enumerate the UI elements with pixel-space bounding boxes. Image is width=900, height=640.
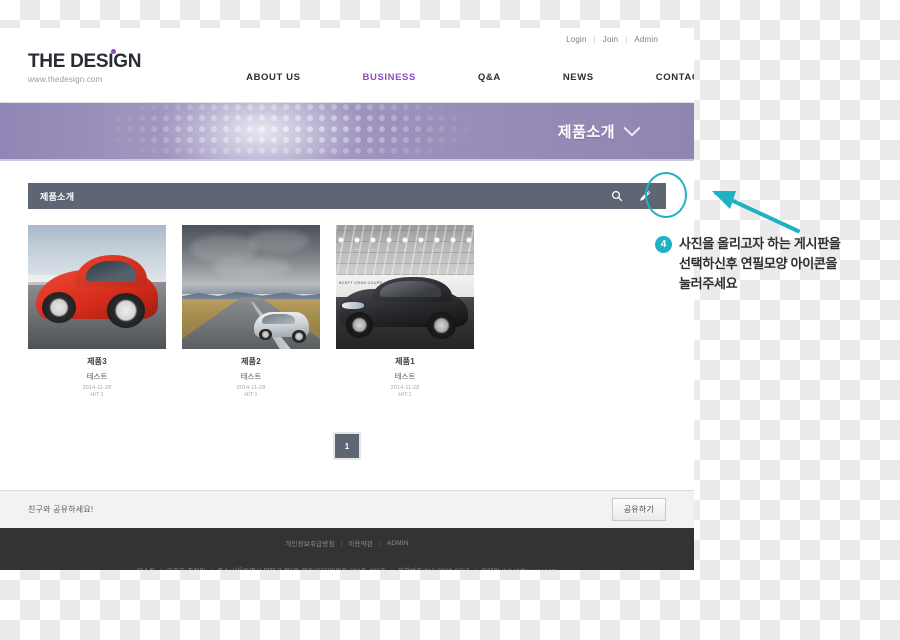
footer-company-info: 테스트 | 대표자:조정민 | 주소:서울특별시 양천구 목5동 목동6단지아파… <box>0 565 694 571</box>
annotation-line-2: 선택하신후 연필모양 아이콘을 <box>679 256 838 271</box>
annotation-body: 사진을 올리고자 하는 게시판을 선택하신후 연필모양 아이콘을 눌러주세요 <box>679 234 841 294</box>
share-bar: 친구와 공유하세요! 공유하기 <box>0 490 694 528</box>
card-subtitle: 테스트 <box>394 372 416 381</box>
annotation-arrow-icon <box>712 191 800 233</box>
card-subtitle: 테스트 <box>240 372 262 381</box>
thumbnail-grid: 제품3 테스트 2014-11-28 HIT:1 제품2 테스트 2014-11… <box>28 209 666 398</box>
car-illustration <box>182 225 320 349</box>
share-label: 친구와 공유하세요! <box>28 505 94 514</box>
join-link[interactable]: Join <box>603 35 618 44</box>
card-meta: 제품3 테스트 2014-11-28 HIT:1 <box>28 349 166 398</box>
car-illustration <box>28 225 166 349</box>
annotation-highlight-circle <box>645 172 687 218</box>
utility-separator: | <box>625 34 628 44</box>
annotation-line-1: 사진을 올리고자 하는 게시판을 <box>679 236 841 251</box>
page-number-1[interactable]: 1 <box>333 432 361 460</box>
card-date: 2014-11-28 <box>236 385 266 391</box>
pagination: 1 <box>28 398 666 490</box>
annotation-text-block: 4 사진을 올리고자 하는 게시판을 선택하신후 연필모양 아이콘을 눌러주세요 <box>655 234 900 294</box>
logo-dot-icon <box>111 49 116 54</box>
site-footer: 개인정보취급방침 | 이용약관 | ADMIN 테스트 | 대표자:조정민 | … <box>0 528 694 570</box>
search-icon <box>611 190 623 202</box>
company-phone: 전화번호:010-9039-9717 <box>398 565 470 570</box>
card-hits: HIT:1 <box>90 392 104 398</box>
nav-item-about-us[interactable]: ABOUT US <box>215 72 331 83</box>
footer-separator: | <box>160 566 163 571</box>
logo[interactable]: THE DESIGN www.thedesign.com <box>28 49 142 84</box>
card-hits: HIT:1 <box>244 392 258 398</box>
logo-text: THE DESIGN <box>28 51 142 72</box>
share-button[interactable]: 공유하기 <box>611 498 666 521</box>
hero-banner: 제품소개 <box>0 103 694 161</box>
search-button[interactable] <box>604 183 630 209</box>
utility-separator: | <box>593 34 596 44</box>
hero-title-group[interactable]: 제품소개 <box>557 103 641 159</box>
company-name: 테스트 <box>137 565 155 570</box>
footer-separator: | <box>340 539 343 547</box>
privacy-policy-link[interactable]: 개인정보취급방침 <box>285 538 334 548</box>
footer-separator: | <box>210 566 213 571</box>
admin-link[interactable]: Admin <box>634 35 658 44</box>
hero-dot-pattern <box>78 103 498 159</box>
logo-subtext: www.thedesign.com <box>28 75 103 84</box>
terms-link[interactable]: 이용약관 <box>348 538 373 548</box>
card-meta: 제품2 테스트 2014-11-28 HIT:1 <box>182 349 320 398</box>
card-subtitle: 테스트 <box>86 372 108 381</box>
card-date: 2014-11-28 <box>390 385 420 391</box>
thumbnail-black-bmw-auto-show[interactable]: NCEPT GRAN COUPE <box>336 225 474 349</box>
card-title: 제품3 <box>87 357 107 366</box>
annotation-step-badge: 4 <box>655 236 672 253</box>
nav-item-news[interactable]: NEWS <box>532 72 625 83</box>
thumbnail-silver-car-desert-road[interactable] <box>182 225 320 349</box>
card-title: 제품1 <box>395 357 415 366</box>
nav-item-business[interactable]: BUSINESS <box>332 72 447 83</box>
thumbnail-red-sports-car[interactable] <box>28 225 166 349</box>
nav-item-contact[interactable]: CONTACT <box>625 72 694 83</box>
footer-links: 개인정보취급방침 | 이용약관 | ADMIN <box>0 538 694 549</box>
company-ceo: 대표자:조정민 <box>167 565 205 570</box>
site-header: THE DESIGN www.thedesign.com ABOUT US BU… <box>0 49 694 103</box>
footer-separator: | <box>391 566 393 571</box>
main-navigation: ABOUT US BUSINESS Q&A NEWS CONTACT <box>215 72 694 83</box>
hero-title: 제품소개 <box>557 123 615 141</box>
annotation-line-3: 눌러주세요 <box>679 276 738 291</box>
car-illustration: NCEPT GRAN COUPE <box>336 225 474 349</box>
list-item[interactable]: NCEPT GRAN COUPE 제품1 테스트 2014-11-28 HIT:… <box>336 225 474 398</box>
card-title: 제품2 <box>241 357 261 366</box>
nav-item-qa[interactable]: Q&A <box>447 72 532 83</box>
company-address: 주소:서울특별시 양천구 목5동 목동6단지아파트 601동 403호 <box>217 565 386 570</box>
card-meta: 제품1 테스트 2014-11-28 HIT:1 <box>336 349 474 398</box>
utility-bar: Login | Join | Admin <box>0 28 694 50</box>
list-item[interactable]: 제품3 테스트 2014-11-28 HIT:1 <box>28 225 166 398</box>
auto-show-sign: NCEPT GRAN COUPE <box>338 280 383 285</box>
website-screenshot: Login | Join | Admin THE DESIGN www.thed… <box>0 28 694 570</box>
list-item[interactable]: 제품2 테스트 2014-11-28 HIT:1 <box>182 225 320 398</box>
footer-separator: | <box>379 539 381 547</box>
board-title: 제품소개 <box>40 191 75 202</box>
board-section: 제품소개 제품3 테스트 2014-11-28 HIT:1 제품2 테스트 20… <box>0 161 694 490</box>
board-header-bar: 제품소개 <box>28 183 666 209</box>
card-date: 2014-11-28 <box>82 385 112 391</box>
footer-admin-link[interactable]: ADMIN <box>387 540 409 547</box>
chevron-down-icon[interactable] <box>623 119 641 137</box>
card-hits: HIT:1 <box>398 392 412 398</box>
login-link[interactable]: Login <box>566 35 587 44</box>
company-email: 이메일:dabell@naver.com <box>481 565 557 570</box>
footer-separator: | <box>474 566 477 571</box>
